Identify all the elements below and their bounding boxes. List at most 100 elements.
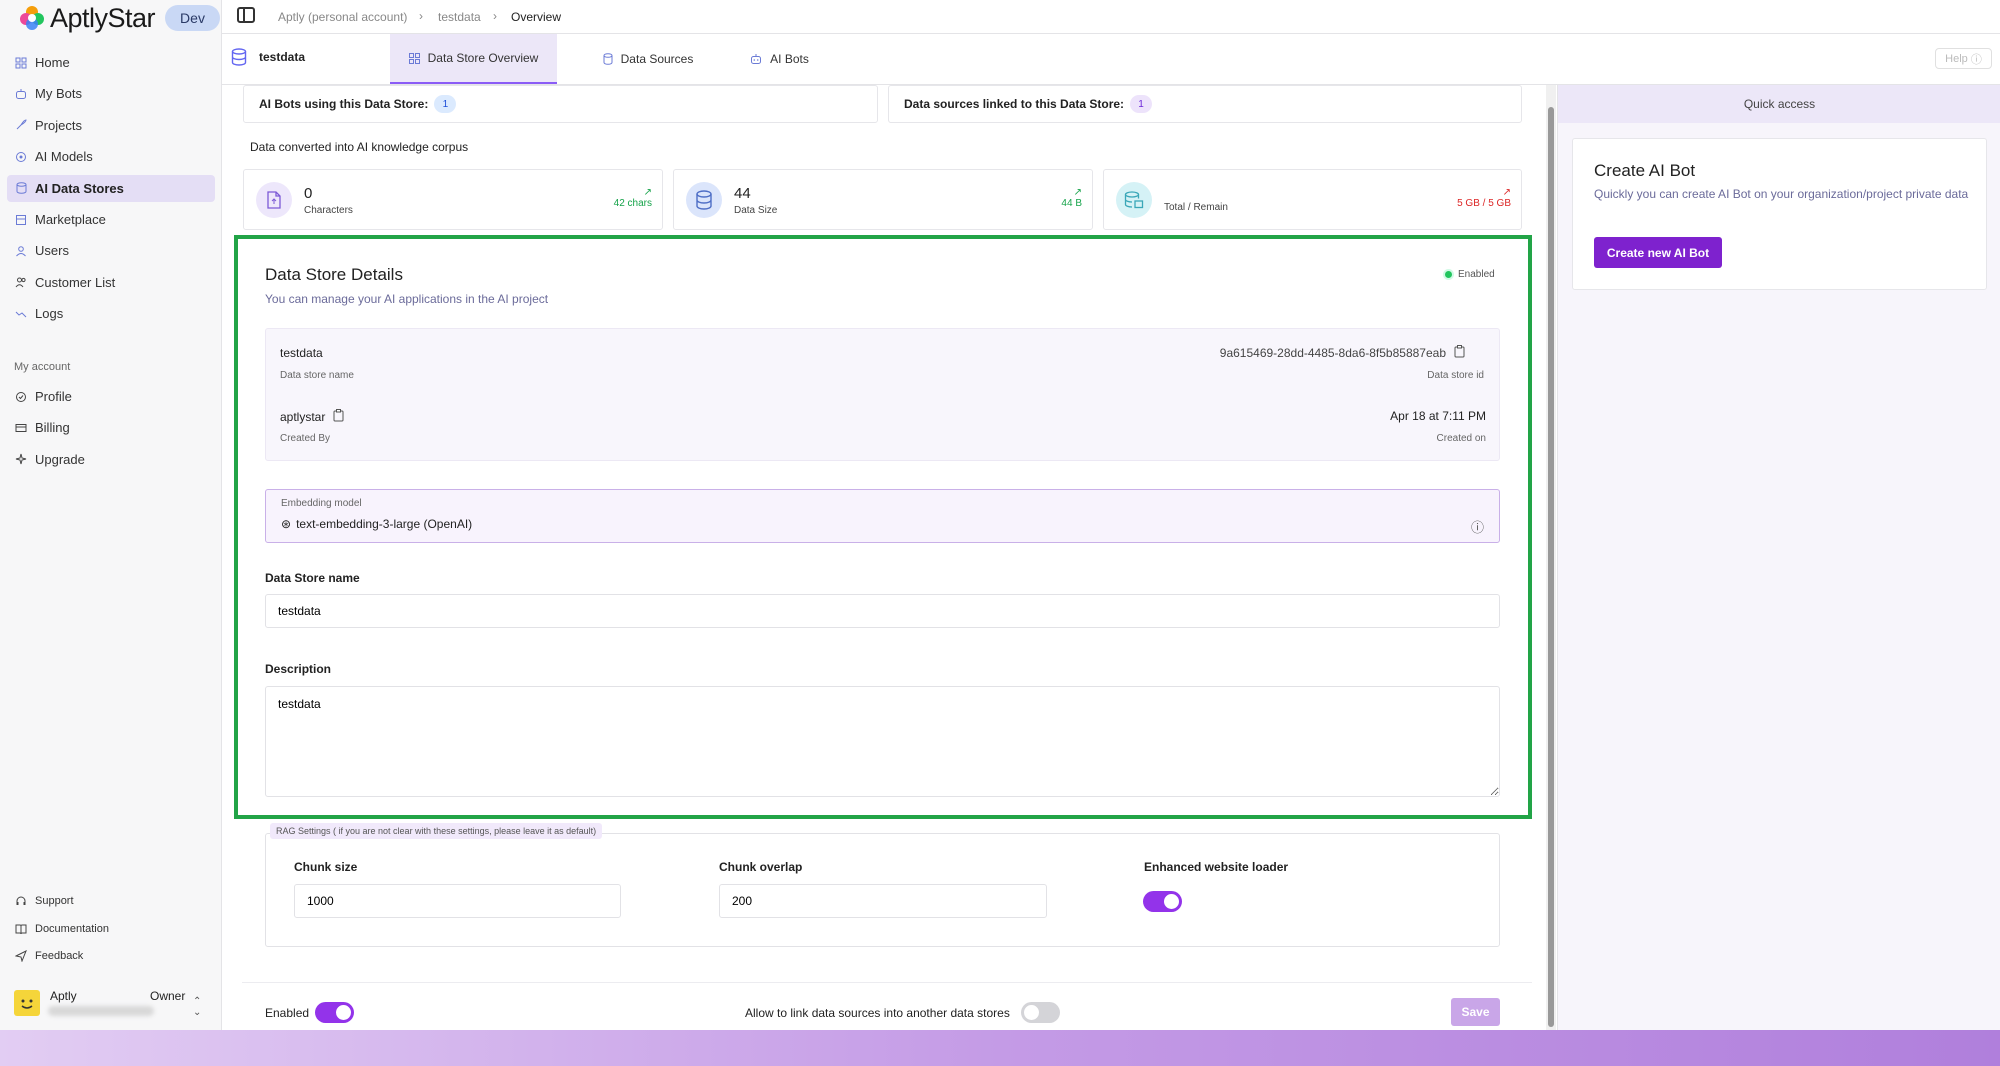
book-icon (14, 922, 28, 936)
sidebar-item-home[interactable]: Home (7, 49, 215, 76)
sidebar-item-marketplace[interactable]: Marketplace (7, 206, 215, 233)
rag-legend: RAG Settings ( if you are not clear with… (270, 823, 603, 839)
stat-trend: ↗ 42 chars (614, 187, 652, 209)
store-name-caption: Data store name (280, 370, 354, 381)
store-title: testdata (231, 48, 305, 66)
sidebar-item-label: Support (35, 895, 74, 907)
copy-icon[interactable] (1454, 345, 1465, 361)
status-text: Enabled (1458, 269, 1495, 280)
stat-value: 0 (304, 185, 313, 202)
link-sources-toggle[interactable] (1021, 1002, 1060, 1023)
database-icon (686, 182, 722, 218)
tab-label: Data Store Overview (427, 51, 539, 65)
enhanced-loader-label: Enhanced website loader (1144, 860, 1289, 874)
corpus-label: Data converted into AI knowledge corpus (250, 140, 469, 154)
stat-trend: ↗ 44 B (1061, 187, 1082, 209)
storage-icon (1116, 182, 1152, 218)
sources-linked-label: Data sources linked to this Data Store: (904, 97, 1125, 111)
sidebar-item-users[interactable]: Users (7, 237, 215, 264)
sidebar-item-feedback[interactable]: Feedback (7, 945, 83, 967)
sidebar-item-upgrade[interactable]: Upgrade (7, 446, 215, 473)
info-icon[interactable]: ⓘ (1471, 517, 1484, 536)
grid-icon (14, 56, 28, 70)
store-id-row: 9a615469-28dd-4485-8da6-8f5b85887eab (1220, 345, 1465, 361)
info-icon: ⓘ (1970, 53, 1982, 66)
enabled-label: Enabled (265, 1006, 310, 1020)
sidebar-item-billing[interactable]: Billing (7, 414, 215, 441)
created-caption: Created on (1436, 433, 1486, 444)
scrollbar[interactable] (1546, 85, 1556, 1030)
profile-icon (14, 390, 28, 404)
chunk-size-input[interactable] (294, 884, 621, 918)
description-label: Description (265, 662, 332, 676)
help-button[interactable]: Help ⓘ (1935, 48, 1992, 69)
user-menu[interactable]: Aptly Owner ⌃ ⌄ (10, 986, 215, 1022)
sidebar-toggle-icon[interactable] (237, 7, 255, 23)
created-value: Apr 18 at 7:11 PM (1390, 409, 1486, 423)
save-button[interactable]: Save (1451, 998, 1500, 1026)
stat-card-characters: 0 Characters ↗ 42 chars (243, 169, 663, 230)
stat-label: Total / Remain (1164, 202, 1228, 213)
sidebar-item-label: Billing (35, 420, 70, 436)
breadcrumb-store[interactable]: testdata (438, 10, 481, 24)
quick-access-panel: Quick access Create AI Bot Quickly you c… (1557, 85, 2000, 1030)
tab-label: AI Bots (770, 52, 809, 66)
bot-icon (750, 53, 762, 65)
sidebar-item-customer-list[interactable]: Customer List (7, 269, 215, 296)
enabled-toggle[interactable] (315, 1002, 354, 1023)
arrow-up-right-icon: ↗ (643, 187, 652, 198)
sidebar-item-profile[interactable]: Profile (7, 383, 215, 410)
store-id-value: 9a615469-28dd-4485-8da6-8f5b85887eab (1219, 346, 1446, 360)
sidebar-item-my-bots[interactable]: My Bots (7, 80, 215, 107)
stat-trend: ↗ 5 GB / 5 GB (1457, 187, 1511, 209)
database-icon (231, 48, 247, 66)
data-store-name-input[interactable] (265, 594, 1500, 628)
tab-data-store-overview[interactable]: Data Store Overview (390, 34, 557, 84)
database-icon (14, 181, 28, 195)
sidebar-item-documentation[interactable]: Documentation (7, 918, 109, 940)
embedding-label: Embedding model (281, 498, 362, 509)
creator-caption: Created By (280, 433, 331, 444)
env-badge[interactable]: Dev (165, 5, 220, 31)
breadcrumb-account[interactable]: Aptly (personal account) (278, 10, 407, 24)
chunk-size-label: Chunk size (294, 860, 358, 874)
enhanced-loader-toggle[interactable] (1143, 891, 1182, 912)
user-email-blurred (48, 1006, 154, 1016)
chunk-overlap-input[interactable] (719, 884, 1047, 918)
headset-icon (14, 894, 28, 908)
sidebar-item-label: Home (35, 55, 70, 70)
name-field-label: Data Store name (265, 571, 360, 585)
sidebar-item-label: Upgrade (35, 451, 85, 467)
sidebar-item-ai-models[interactable]: AI Models (7, 143, 215, 170)
creator-row: aptlystar (280, 409, 344, 425)
openai-icon: ⊛ (281, 517, 292, 531)
tab-ai-bots[interactable]: AI Bots (732, 34, 827, 84)
brand-logo[interactable]: AptlyStar (18, 3, 156, 33)
aptlystar-logo-icon (20, 6, 44, 30)
store-name-value: testdata (280, 346, 323, 360)
card-icon (14, 421, 28, 435)
embedding-value-row: ⊛ text-embedding-3-large (OpenAI) (281, 517, 472, 531)
store-icon (14, 213, 28, 227)
sidebar-item-label: My Bots (35, 86, 82, 102)
chevron-updown-icon[interactable]: ⌃ ⌄ (193, 996, 201, 1018)
sidebar-item-label: AI Data Stores (35, 180, 124, 196)
sidebar-item-label: Profile (35, 389, 72, 404)
copy-icon[interactable] (333, 409, 344, 425)
embedding-model-field[interactable]: Embedding model ⊛ text-embedding-3-large… (265, 489, 1500, 543)
tab-data-sources[interactable]: Data Sources (588, 34, 708, 84)
quick-access-title: Quick access (1558, 85, 2000, 123)
description-textarea[interactable]: testdata (265, 686, 1500, 797)
sidebar-item-ai-data-stores[interactable]: AI Data Stores (7, 174, 215, 202)
creator-value: aptlystar (280, 410, 326, 424)
sidebar-item-support[interactable]: Support (7, 890, 74, 912)
rocket-icon (14, 118, 28, 132)
users-icon (14, 275, 28, 289)
sources-linked-card: Data sources linked to this Data Store: … (888, 85, 1522, 123)
breadcrumb-current: Overview (511, 10, 562, 24)
create-bot-desc: Quickly you can create AI Bot on your or… (1594, 187, 1969, 201)
scroll-thumb[interactable] (1548, 107, 1554, 1027)
sidebar-item-logs[interactable]: Logs (7, 300, 215, 327)
create-new-bot-button[interactable]: Create new AI Bot (1594, 237, 1722, 268)
sidebar-item-projects[interactable]: Projects (7, 112, 215, 139)
